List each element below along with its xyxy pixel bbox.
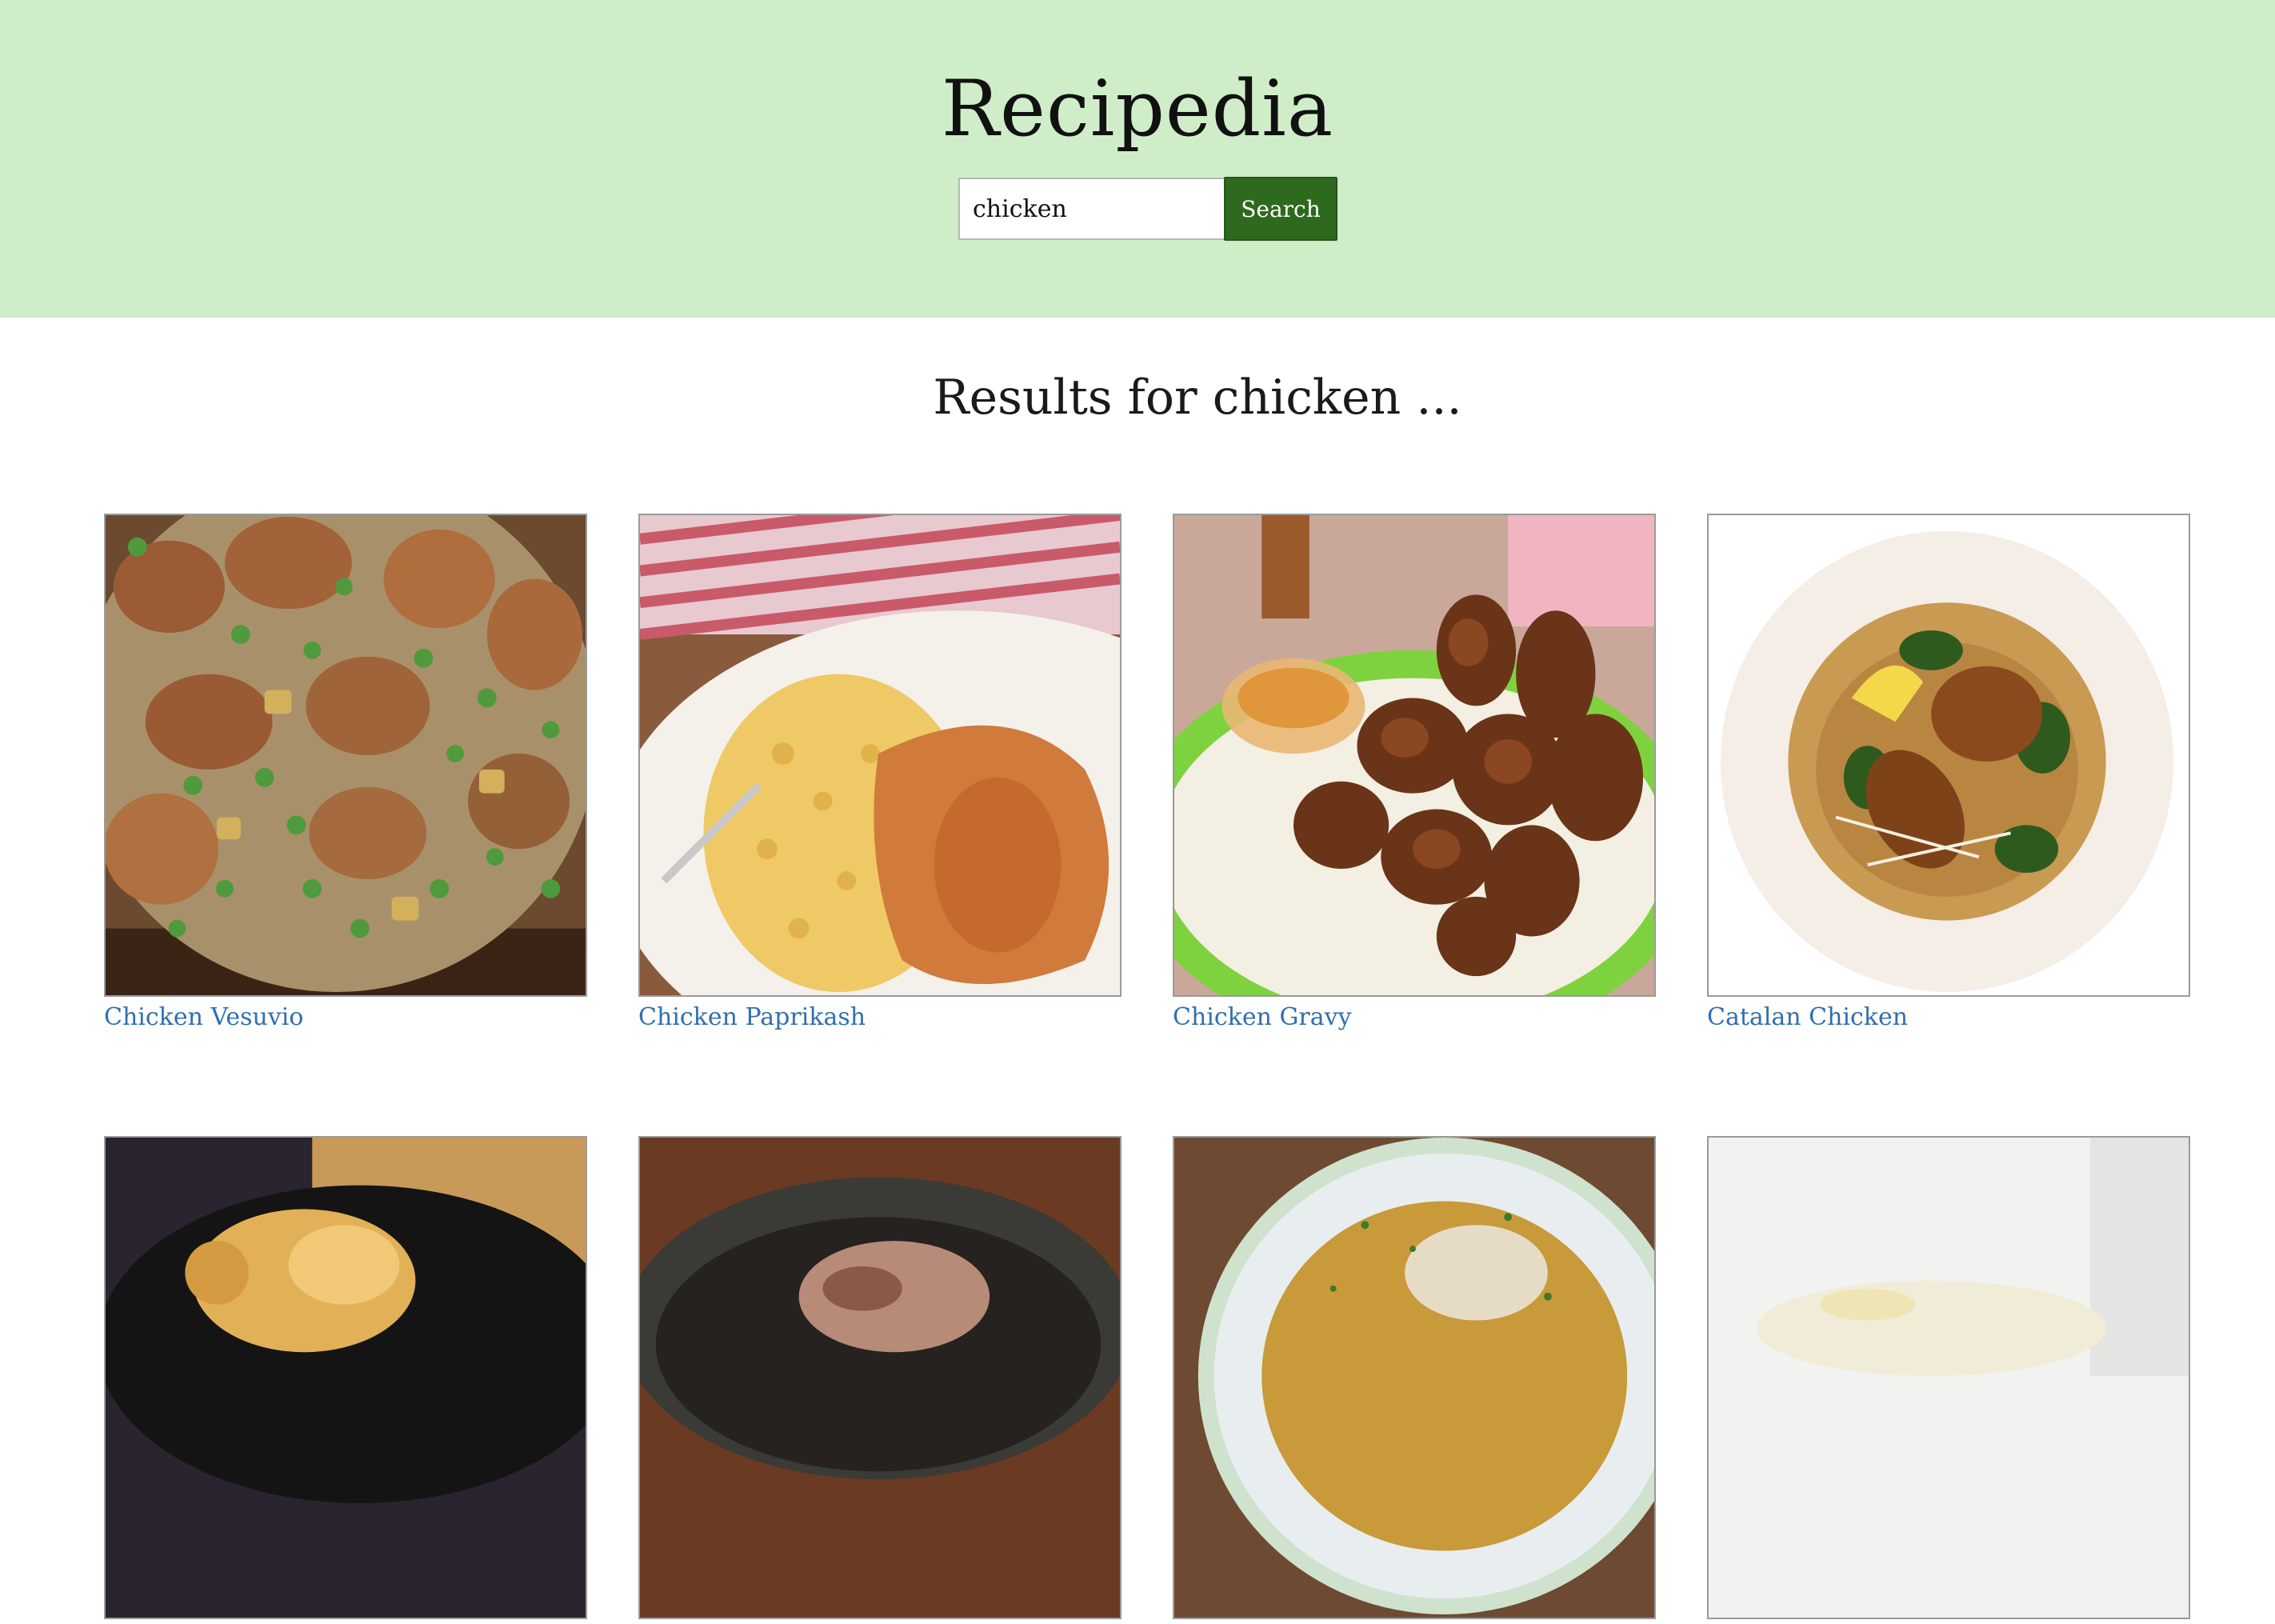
site-title: Recipedia — [941, 64, 1334, 154]
search-input[interactable] — [958, 178, 1224, 240]
search-form: Search — [958, 177, 1337, 242]
recipe-card — [1707, 1136, 2190, 1624]
recipe-card: Chicken Vesuvio — [104, 514, 587, 1034]
soup-bowl-photo[interactable] — [1173, 1136, 1656, 1619]
recipe-card: Chicken Gravy — [1173, 514, 1656, 1034]
catalan-chicken-photo[interactable] — [1707, 514, 2190, 997]
recipe-card: Catalan Chicken — [1707, 514, 2190, 1034]
light-dish-photo[interactable] — [1707, 1136, 2190, 1619]
recipe-title-link[interactable]: Chicken Paprikash — [638, 1002, 1122, 1034]
recipe-card — [1173, 1136, 1656, 1624]
roast-chicken-photo[interactable] — [104, 1136, 587, 1619]
recipe-card — [638, 1136, 1122, 1624]
fried-chicken-photo[interactable] — [1173, 514, 1656, 997]
recipe-card: Chicken Paprikash — [638, 514, 1122, 1034]
recipe-title-link[interactable]: Catalan Chicken — [1707, 1002, 2190, 1034]
site-header: Recipedia Search — [0, 0, 2275, 318]
recipe-title-link[interactable]: Chicken Gravy — [1173, 1002, 1656, 1034]
chicken-paprikash-photo[interactable] — [638, 514, 1122, 997]
search-button[interactable]: Search — [1224, 177, 1337, 241]
braised-dish-photo[interactable] — [638, 1136, 1122, 1619]
results-grid: Chicken Vesuvio Chicken Paprikash Chicke… — [104, 514, 2190, 1624]
results-heading: Results for chicken ... — [933, 370, 1462, 426]
recipe-card — [104, 1136, 587, 1624]
chicken-vesuvio-photo[interactable] — [104, 514, 587, 997]
recipe-title-link[interactable]: Chicken Vesuvio — [104, 1002, 587, 1034]
